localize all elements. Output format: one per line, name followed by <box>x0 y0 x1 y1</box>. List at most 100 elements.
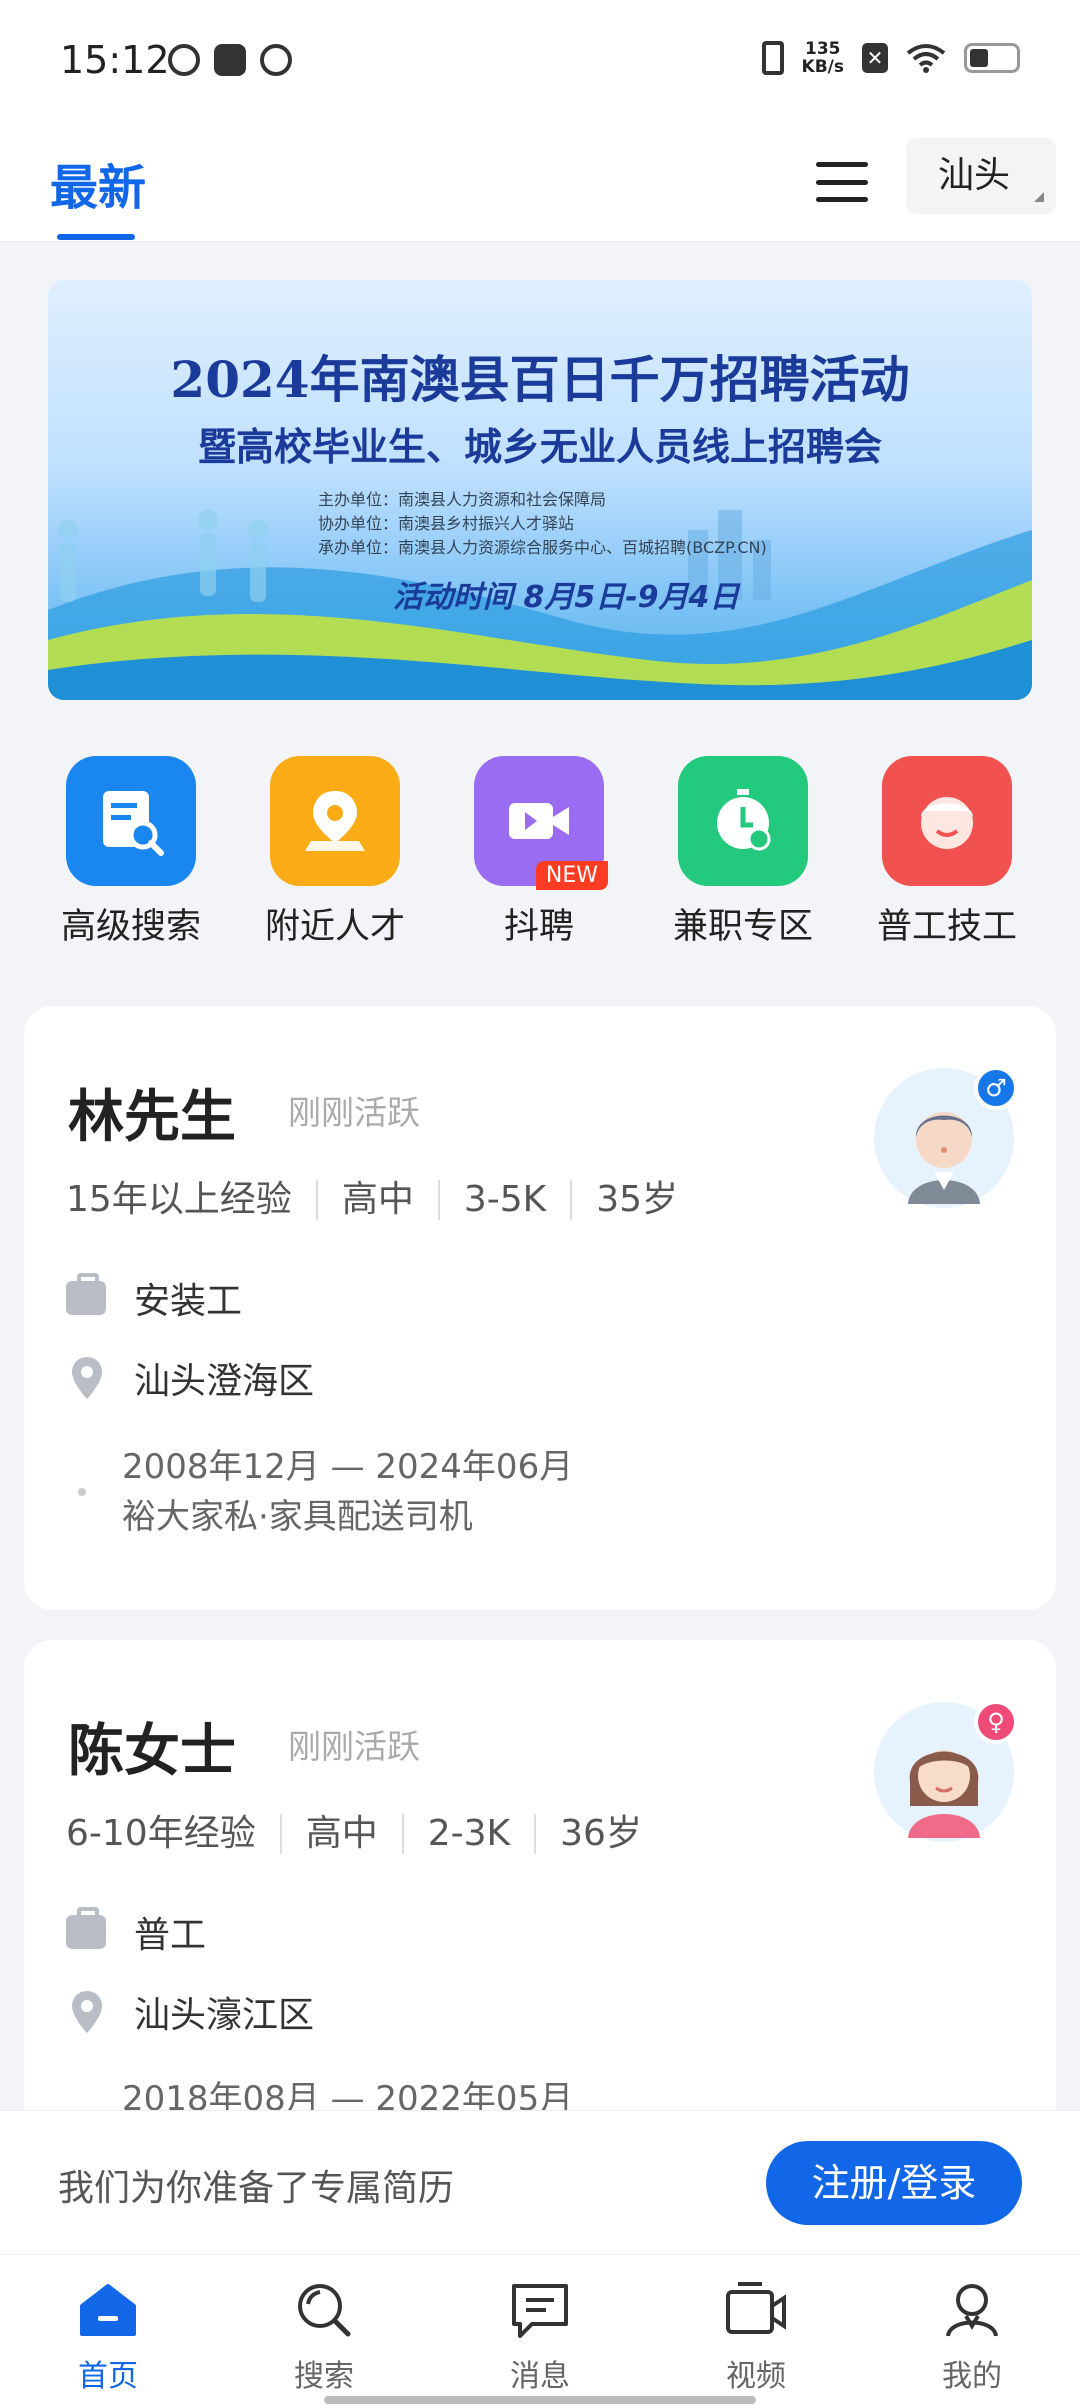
tab-label: 视频 <box>726 2359 786 2394</box>
candidate-tags: 6-10年经验 高中 2-3K 36岁 <box>66 1814 666 1854</box>
network-speed-value: 135 <box>805 39 841 59</box>
work-period: 2008年12月 — 2024年06月 <box>122 1447 574 1487</box>
quick-nav-nearby-talent[interactable]: 附近人才 <box>235 756 435 949</box>
quick-nav-label: 兼职专区 <box>672 907 813 947</box>
quick-nav-label: 附近人才 <box>264 907 405 947</box>
candidate-card[interactable]: 林先生 刚刚活跃 ♂ 15年以上经验 高中 3-5K 35岁 安装工 汕头澄海区… <box>24 1006 1056 1610</box>
cat-app-notification-icon <box>260 44 292 76</box>
quick-nav-workers[interactable]: 普工技工 <box>847 756 1047 949</box>
tab-messages[interactable]: 消息 <box>460 2275 620 2395</box>
job-row: 安装工 <box>66 1272 242 1324</box>
quick-nav: 高级搜索 附近人才 NEW 抖聘 兼职专区 普工技工 <box>0 756 1080 956</box>
document-search-icon <box>66 756 196 886</box>
salary-tag: 3-5K <box>437 1180 570 1220</box>
system-indicators: 135 KB/s ✕ <box>761 40 1020 76</box>
network-speed-unit: KB/s <box>801 57 844 77</box>
banner-date: 活动时间 8月5日-9月4日 <box>393 580 740 615</box>
banner-organizer: 主办单位：南澳县人力资源和社会保障局 <box>318 490 607 509</box>
app-notification-icon <box>168 44 200 76</box>
tab-label: 消息 <box>510 2359 570 2394</box>
top-header: 最新 汕头 <box>0 130 1080 242</box>
tab-label: 搜索 <box>294 2359 354 2394</box>
register-login-button[interactable]: 注册/登录 <box>766 2141 1022 2225</box>
tab-search[interactable]: 搜索 <box>244 2275 404 2395</box>
candidate-name: 陈女士 <box>68 1719 236 1784</box>
experience-tag: 15年以上经验 <box>66 1179 292 1220</box>
banner-co-organizer: 协办单位：南澳县乡村振兴人才驿站 <box>318 514 575 533</box>
briefcase-icon <box>66 1907 106 1949</box>
message-icon <box>505 2275 575 2345</box>
job-title: 安装工 <box>134 1281 243 1322</box>
experience-tag: 6-10年经验 <box>66 1813 256 1854</box>
city-label: 汕头 <box>937 155 1010 196</box>
tab-profile[interactable]: 我的 <box>892 2275 1052 2395</box>
tab-home[interactable]: 首页 <box>28 2275 188 2395</box>
new-badge: NEW <box>535 861 608 890</box>
education-tag: 高中 <box>315 1180 438 1220</box>
candidate-card[interactable]: 陈女士 刚刚活跃 ♀ 6-10年经验 高中 2-3K 36岁 普工 汕头濠江区 … <box>24 1640 1056 2160</box>
salary-tag: 2-3K <box>401 1814 534 1854</box>
profile-icon <box>937 2275 1007 2345</box>
status-bar: 15:12 135 KB/s ✕ <box>0 0 1080 130</box>
home-icon <box>73 2275 143 2345</box>
active-status: 刚刚活跃 <box>288 1093 420 1132</box>
quick-nav-label: 普工技工 <box>876 907 1017 947</box>
education-tag: 高中 <box>279 1814 402 1854</box>
no-sim-icon: ✕ <box>862 43 888 73</box>
register-prompt-bar: 我们为你准备了专属简历 注册/登录 <box>0 2110 1080 2254</box>
location-icon <box>72 1991 102 2033</box>
dropdown-corner-icon <box>1034 192 1044 202</box>
quick-nav-advanced-search[interactable]: 高级搜索 <box>31 756 231 949</box>
tab-video[interactable]: 视频 <box>676 2275 836 2395</box>
video-camera-icon: NEW <box>474 756 608 890</box>
active-status: 刚刚活跃 <box>288 1727 420 1766</box>
location-row: 汕头澄海区 <box>66 1352 314 1404</box>
quick-nav-label: 高级搜索 <box>60 907 201 947</box>
location-row: 汕头濠江区 <box>66 1986 314 2038</box>
bottom-tab-bar: 首页 搜索 消息 视频 我的 <box>0 2254 1080 2408</box>
location-icon <box>72 1357 102 1399</box>
home-indicator[interactable] <box>324 2396 756 2404</box>
notification-icons <box>168 44 292 76</box>
candidate-tags: 15年以上经验 高中 3-5K 35岁 <box>66 1180 702 1220</box>
work-history: 2008年12月 — 2024年06月 裕大家私·家具配送司机 <box>122 1442 573 1542</box>
menu-line <box>816 179 868 185</box>
avatar: ♂ <box>874 1066 1018 1208</box>
age-tag: 35岁 <box>570 1180 702 1220</box>
age-tag: 36岁 <box>534 1814 666 1854</box>
tab-latest[interactable]: 最新 <box>50 148 146 218</box>
prompt-text: 我们为你准备了专属简历 <box>58 2168 455 2209</box>
tab-label: 首页 <box>78 2359 138 2394</box>
quick-nav-video-hire[interactable]: NEW 抖聘 <box>439 756 639 949</box>
avatar: ♀ <box>874 1700 1018 1842</box>
banner-undertaker: 承办单位：南澳县人力资源综合服务中心、百城招聘(BCZP.CN) <box>318 538 767 557</box>
promo-banner[interactable]: 2024年南澳县百日千万招聘活动 暨高校毕业生、城乡无业人员线上招聘会 主办单位… <box>48 280 1032 700</box>
menu-button[interactable] <box>812 152 872 212</box>
search-icon <box>289 2275 359 2345</box>
location-text: 汕头澄海区 <box>134 1361 315 1402</box>
mail-notification-icon <box>214 44 246 76</box>
location-pin-icon <box>270 756 400 886</box>
candidate-name: 林先生 <box>68 1085 236 1150</box>
wifi-icon <box>906 44 946 73</box>
banner-title: 2024年南澳县百日千万招聘活动 <box>170 350 910 409</box>
status-time: 15:12 <box>60 38 170 82</box>
city-selector[interactable]: 汕头 <box>906 138 1056 214</box>
quick-nav-part-time[interactable]: 兼职专区 <box>643 756 843 949</box>
tab-active-indicator <box>57 234 135 240</box>
timeline-dot <box>78 1488 86 1496</box>
quick-nav-label: 抖聘 <box>503 907 574 947</box>
vibrate-icon <box>761 41 784 75</box>
briefcase-icon <box>66 1273 106 1315</box>
location-text: 汕头濠江区 <box>134 1995 315 2036</box>
menu-line <box>816 162 868 167</box>
job-title: 普工 <box>134 1915 207 1956</box>
stopwatch-icon <box>678 756 808 886</box>
work-description: 裕大家私·家具配送司机 <box>122 1497 473 1537</box>
job-row: 普工 <box>66 1906 206 1958</box>
female-gender-icon: ♀ <box>974 1700 1018 1744</box>
battery-icon <box>964 43 1020 73</box>
worker-face-icon <box>882 756 1012 886</box>
network-speed: 135 KB/s <box>802 40 844 76</box>
video-icon <box>721 2275 791 2345</box>
